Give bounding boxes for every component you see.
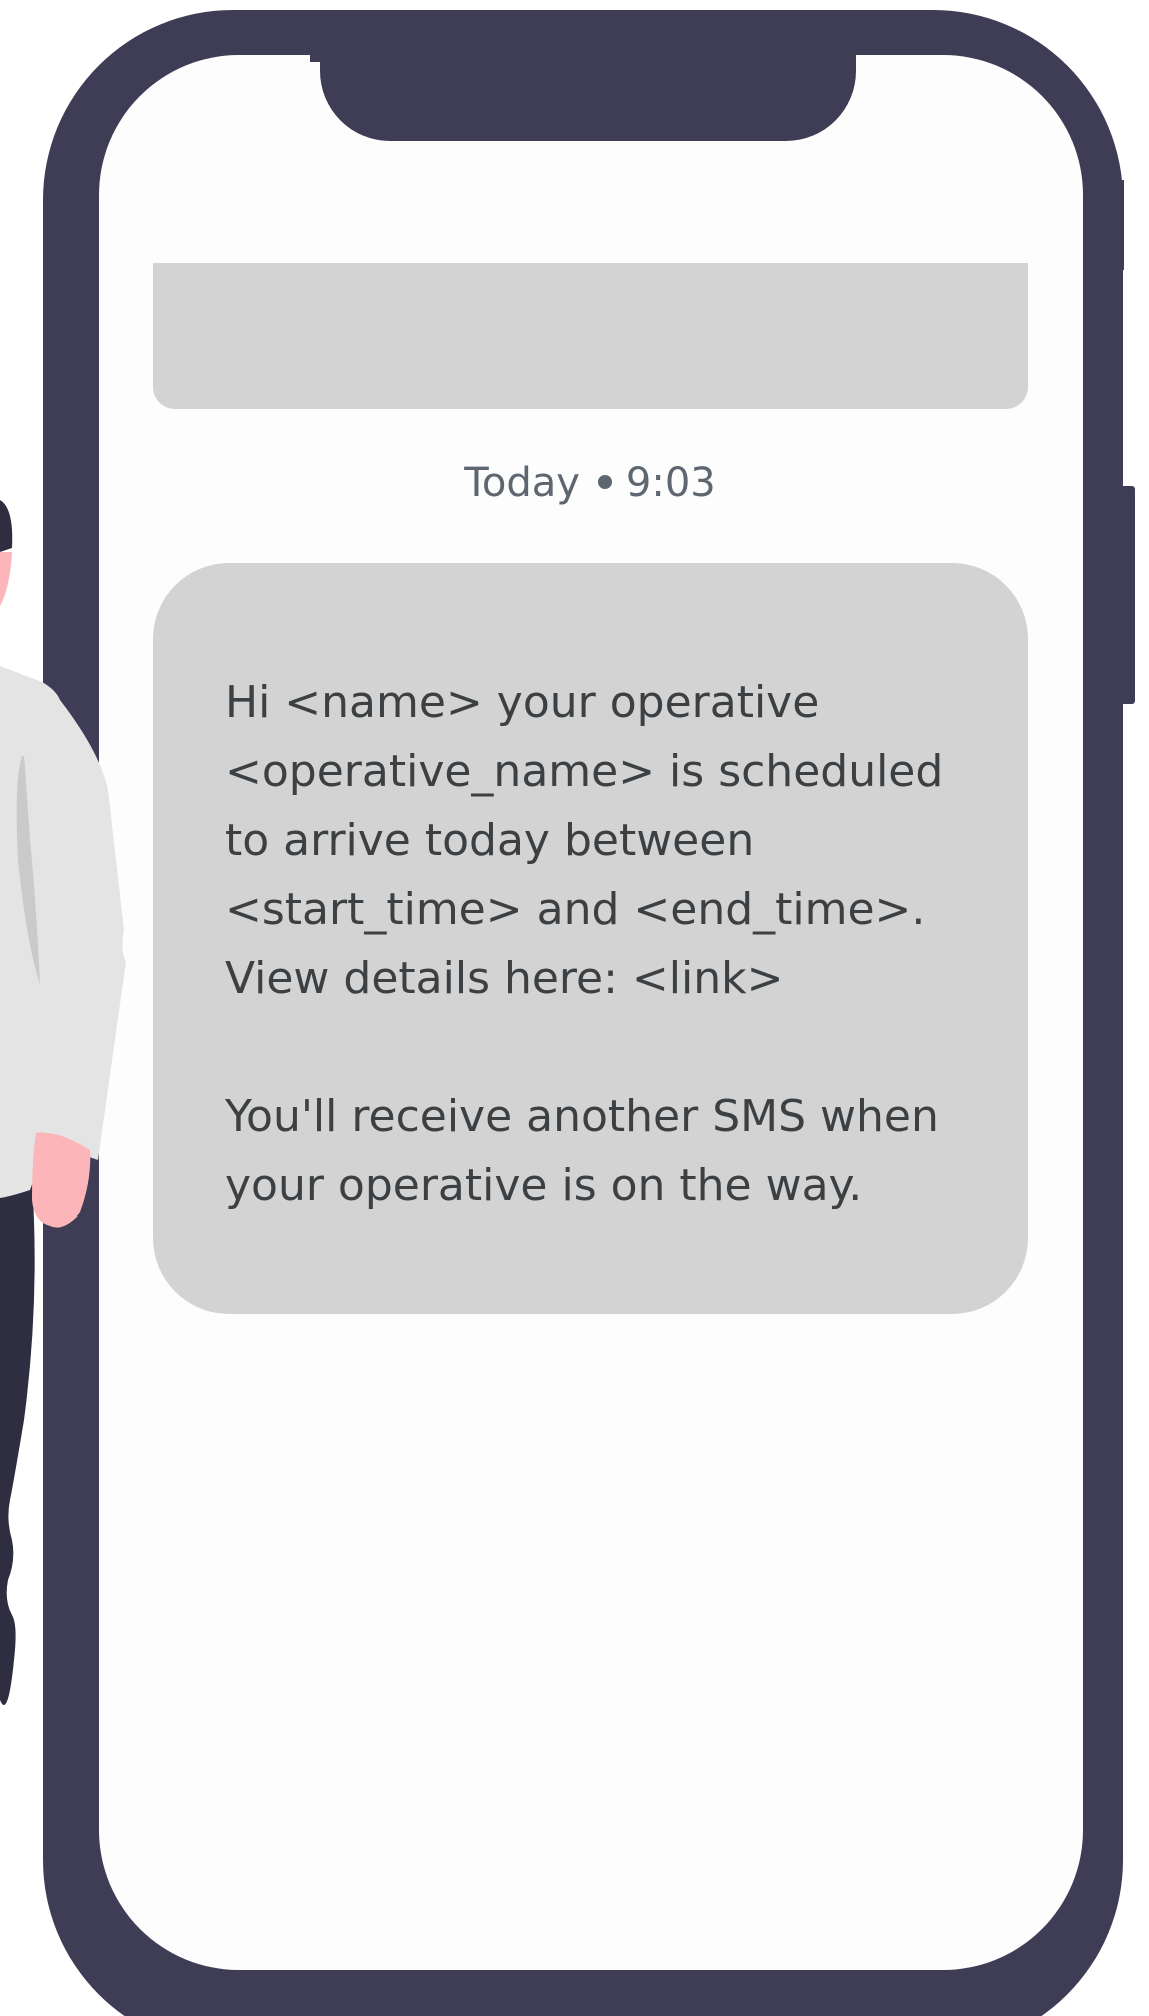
- message-line: to arrive today between: [225, 815, 755, 866]
- message-line: <start_time> and <end_time>.: [225, 884, 926, 935]
- message-paragraph-1: Hi <name> your operative <operative_name…: [225, 668, 988, 1013]
- message-timestamp: Today 9:03: [0, 460, 1149, 506]
- message-line: <operative_name> is scheduled: [225, 746, 944, 797]
- person-face: [0, 552, 12, 606]
- message-line: View details here: <link>: [225, 953, 784, 1004]
- phone-volume-button: [1118, 180, 1124, 270]
- timestamp-day: Today: [464, 460, 580, 506]
- person-shirt: [0, 666, 126, 1198]
- phone-side-button: [1118, 486, 1135, 704]
- page: Today 9:03 Hi <name> your operative <oper…: [0, 0, 1149, 2016]
- person-trousers: [0, 1180, 35, 1705]
- person-illustration: [0, 500, 126, 1705]
- timestamp-separator-dot: [597, 475, 612, 489]
- message-line: You'll receive another SMS when: [225, 1091, 939, 1142]
- conversation-header-bar: [153, 263, 1028, 409]
- message-line: Hi <name> your operative: [225, 677, 820, 728]
- message-line: your operative is on the way.: [225, 1160, 863, 1211]
- timestamp-time: 9:03: [625, 460, 716, 506]
- phone-notch: [310, 12, 856, 141]
- sms-message-bubble: Hi <name> your operative <operative_name…: [153, 563, 1028, 1314]
- person-hand: [32, 1132, 91, 1228]
- person-hair: [0, 500, 13, 552]
- message-paragraph-2: You'll receive another SMS when your ope…: [225, 1082, 988, 1220]
